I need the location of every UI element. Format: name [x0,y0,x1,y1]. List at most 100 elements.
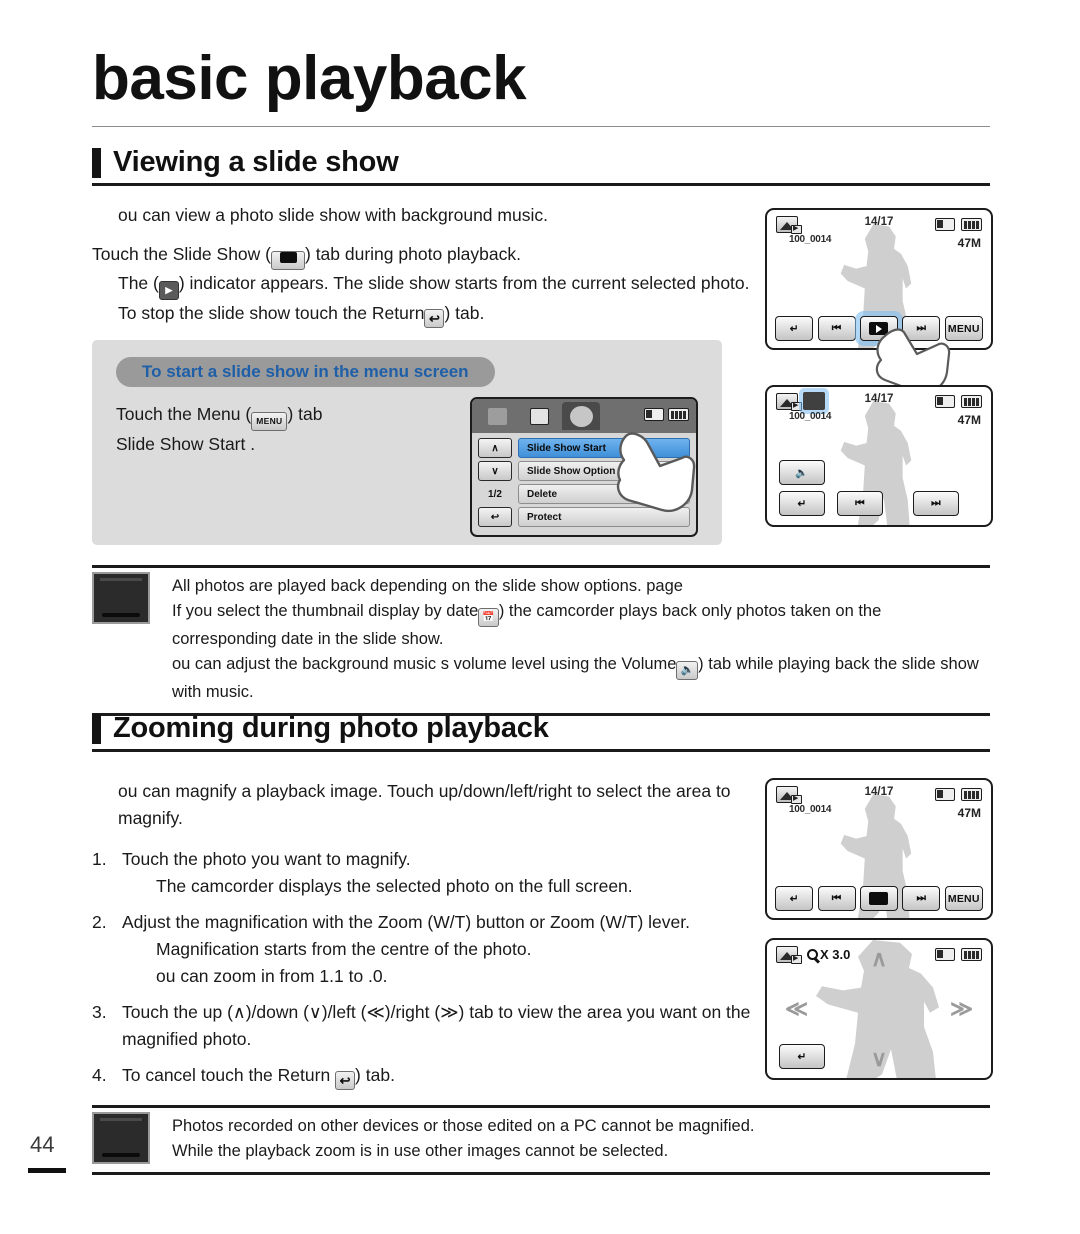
volume-tab[interactable]: 🔈 [779,460,825,485]
next-tab-3[interactable]: ⏭ [902,886,941,911]
stop-tab[interactable] [859,886,898,911]
zoom-right-tab[interactable]: ≫ [950,998,973,1020]
menu-page-indicator: 1/2 [488,488,502,500]
note-icon-2 [92,1112,150,1164]
menu-screen-tabbar[interactable] [472,399,696,433]
zoom-down-tab[interactable]: ∨ [871,1048,887,1070]
previous-tab-3[interactable]: ⏮ [817,886,856,911]
note1-line2: If you select the thumbnail display by d… [172,599,990,652]
title-divider [92,126,990,127]
menu-tab[interactable]: MENU [944,316,983,341]
lcd2-file-name: 100_0014 [789,411,832,422]
sub1-post: ) indicator appears. The slide show star… [178,273,750,293]
menu-scroll-down-button[interactable]: ∨ [478,461,512,481]
lcd1-memory-remaining: 47M [957,236,981,250]
return-tab-3[interactable]: ↵ [775,886,814,911]
battery-icon-1 [961,218,982,231]
menu-screen-list: ∧ ∨ 1/2 ↩ Slide Show Start Slide Show Op… [472,433,696,532]
battery-icon-2 [961,395,982,408]
zoom-left-tab[interactable]: ≪ [785,998,808,1020]
lcd3-file-name: 100_0014 [789,804,832,815]
section2-divider [92,749,990,752]
lcd2-memory-remaining: 47M [957,413,981,427]
step-1-content: Touch the photo you want to magnify. The… [122,846,757,900]
section1-sub1: The () indicator appears. The slide show… [92,270,752,300]
next-tab[interactable]: ⏭ [902,316,941,341]
memory-card-icon-1 [935,218,955,231]
previous-tab[interactable]: ⏮ [817,316,856,341]
slideshow-indicator-icon [158,281,179,300]
memory-card-icon-4 [935,948,955,961]
menu-status-icons [644,408,689,421]
note-block-zoom: Photos recorded on other devices or thos… [92,1105,990,1175]
lcd3-counter: 14/17 [864,786,894,798]
step-1-text: Touch the photo you want to magnify. [122,849,411,869]
section-zooming: Zooming during photo playback [92,712,990,752]
menu-tab-list[interactable] [520,402,558,430]
menu-item-slide-show-option[interactable]: Slide Show Option [518,461,690,481]
lcd2-inner: 100_0014 14/17 47M 🔈 ↵ ⏮ ⏭ [767,387,991,525]
next-tab-2[interactable]: ⏭ [913,491,959,516]
step-2-text: Adjust the magnification with the Zoom (… [122,912,690,932]
step-2-sub-1: Magnification starts from the centre of … [156,939,532,959]
return-tab-2[interactable]: ↵ [779,491,825,516]
lcd4-inner: X 3.0 ∧ ∨ ≪ ≫ ↵ [767,940,991,1078]
photo-play-badge-icon-4 [791,954,802,964]
return-tab-4[interactable]: ↵ [779,1044,825,1069]
document-icon [529,407,549,425]
date-thumbnail-icon [478,608,499,627]
memory-card-icon-2 [935,395,955,408]
page-number: 44 [30,1132,55,1157]
lcd-screen-playback[interactable]: 100_0014 14/17 47M ↵ ⏮ ⏭ MENU [765,208,993,350]
page-title: basic playback [92,44,527,113]
step-3-number: 3. [92,1002,107,1022]
memory-card-icon-3 [935,788,955,801]
lcd-screen-zoomed[interactable]: X 3.0 ∧ ∨ ≪ ≫ ↵ [765,938,993,1080]
step-1: 1. Touch the photo you want to magnify. … [92,846,757,900]
note1-text: All photos are played back depending on … [172,572,990,705]
section2-intro: ou can magnify a playback image. Touch u… [118,781,731,828]
zoom-up-tab[interactable]: ∧ [871,948,887,970]
return-icon [424,309,445,328]
note2-inner: Photos recorded on other devices or thos… [92,1108,990,1164]
step-2: 2. Adjust the magnification with the Zoo… [92,909,757,990]
step-4-number: 4. [92,1065,107,1085]
step-4-content: To cancel touch the Return ) tab. [122,1062,757,1090]
step-main-pre: Touch the Slide Show ( [92,244,271,264]
menu-item-delete[interactable]: Delete [518,484,690,504]
section1-step-main: Touch the Slide Show () tab during photo… [92,241,752,270]
zoom-level-label: X 3.0 [807,947,850,962]
sub2-post: ) tab. [444,303,485,323]
memory-card-icon [644,408,664,421]
lcd3-tab-row: ↵ ⏮ ⏭ MENU [767,886,991,911]
section1-title: Viewing a slide show [113,146,399,178]
menu-icon: MENU [251,412,288,431]
menu-tab-settings[interactable] [562,402,600,430]
menu-item-slide-show-start[interactable]: Slide Show Start [518,438,690,458]
slideshow-tab[interactable] [859,316,898,341]
note-block-slideshow: All photos are played back depending on … [92,565,990,716]
menu-tab-playback[interactable] [478,402,516,430]
lcd-screen-photo-full[interactable]: 100_0014 14/17 47M ↵ ⏮ ⏭ MENU [765,778,993,920]
section-viewing-slide-show: Viewing a slide show [92,146,990,186]
sub2-pre: To stop the slide show touch the Return [118,303,425,323]
menu-tab-3[interactable]: MENU [944,886,983,911]
lcd3-inner: 100_0014 14/17 47M ↵ ⏮ ⏭ MENU [767,780,991,918]
step-2-number: 2. [92,912,107,932]
callout-line1-post: ) tab [287,404,323,424]
section1-intro: ou can view a photo slide show with back… [118,205,548,225]
section1-header: Viewing a slide show [92,146,990,179]
note2-line2: While the playback zoom is in use other … [172,1142,669,1160]
lcd1-tab-row: ↵ ⏮ ⏭ MENU [767,316,991,341]
return-tab[interactable]: ↵ [775,316,814,341]
menu-item-protect[interactable]: Protect [518,507,690,527]
menu-screen-mock[interactable]: ∧ ∨ 1/2 ↩ Slide Show Start Slide Show Op… [470,397,698,537]
stop-tab-icon [869,892,889,905]
previous-tab-2[interactable]: ⏮ [837,491,883,516]
lcd-screen-slideshow-running[interactable]: 100_0014 14/17 47M 🔈 ↵ ⏮ ⏭ [765,385,993,527]
section1-body: ou can view a photo slide show with back… [92,202,752,328]
callout-line1-pre: Touch the Menu ( [116,404,252,424]
menu-scroll-up-button[interactable]: ∧ [478,438,512,458]
lcd2-counter: 14/17 [864,393,894,405]
menu-return-button[interactable]: ↩ [478,507,512,527]
